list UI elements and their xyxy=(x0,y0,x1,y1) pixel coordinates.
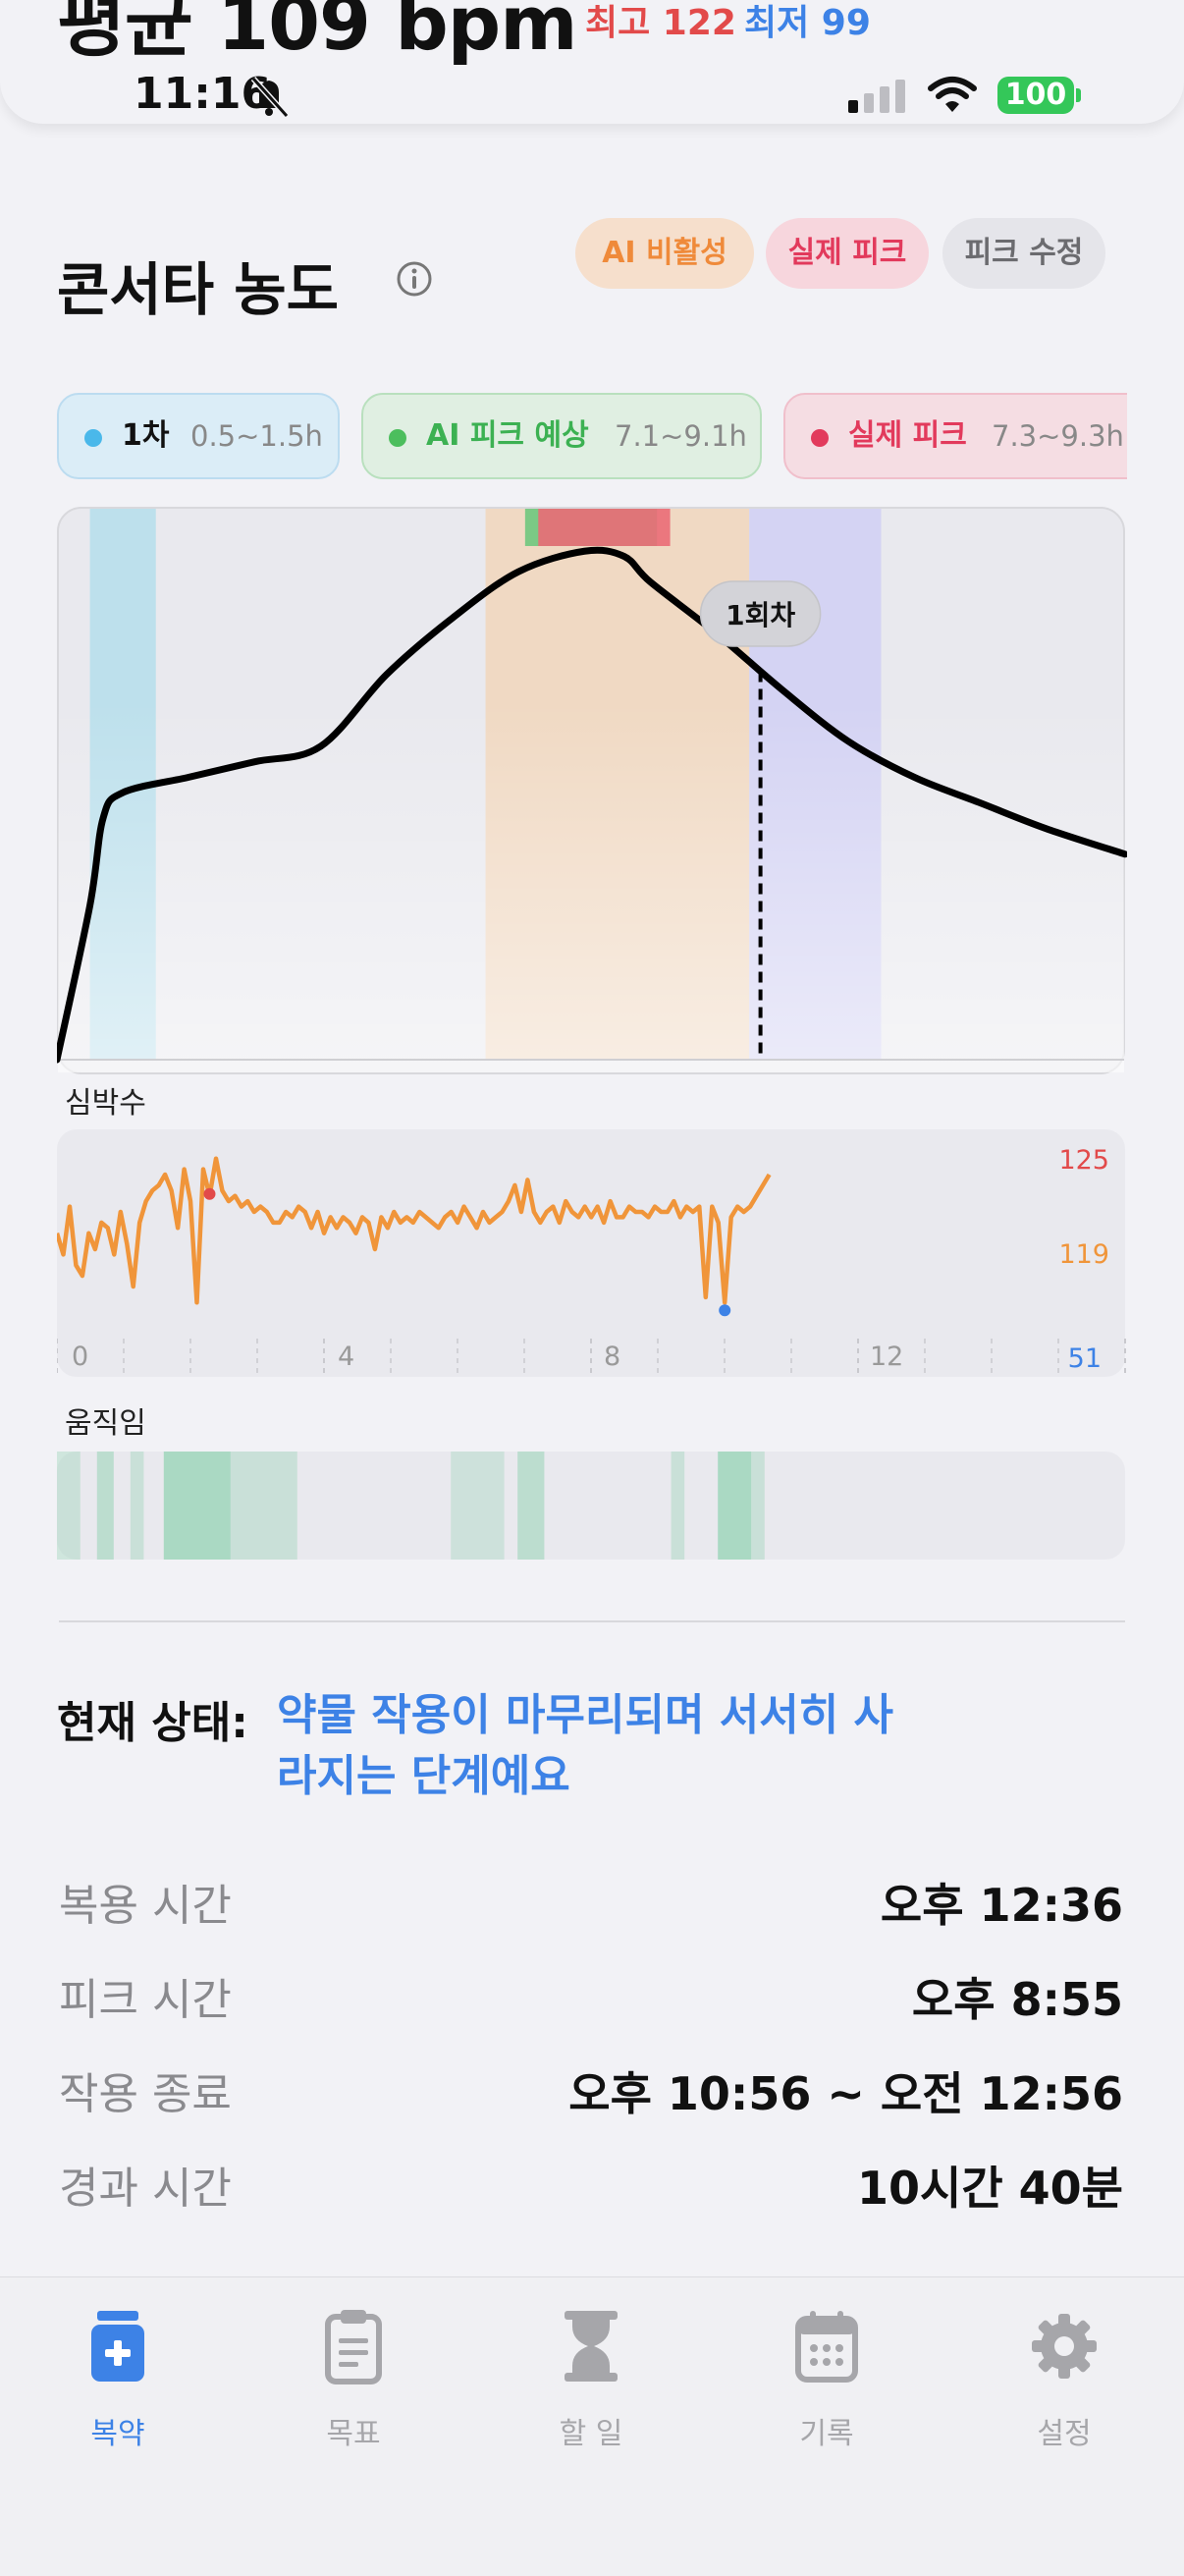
silent-bell-icon xyxy=(250,76,290,118)
hr-x-tick-12: 12 xyxy=(870,1342,903,1372)
movement-bar-0 xyxy=(57,1452,81,1560)
heart-rate-chart[interactable]: 125 119 0 4 8 12 51 xyxy=(57,1127,1127,1379)
tab-bar: 복약 목표 할 일 기록 설정 xyxy=(0,2276,1184,2576)
peak-time-value: 오후 8:55 xyxy=(911,1973,1123,2026)
dose-marker-label: 1회차 xyxy=(726,599,795,631)
average-bpm: 평균 109 bpm xyxy=(57,0,577,67)
top-summary-bar: 평균 109 bpm 최고 122 최저 99 11:16 100 xyxy=(0,0,1184,124)
hr-y-label-high: 125 xyxy=(1058,1145,1109,1176)
tab-medication[interactable]: 복약 xyxy=(20,2307,216,2452)
hourglass-icon xyxy=(565,2311,618,2382)
hr-x-tick-0: 0 xyxy=(72,1342,88,1372)
movement-label: 움직임 xyxy=(65,1406,146,1441)
hr-right-value: 51 xyxy=(1068,1343,1102,1374)
hr-x-tick-4: 4 xyxy=(338,1342,354,1372)
legend-dot xyxy=(811,429,829,447)
movement-bar-7 xyxy=(671,1452,685,1560)
battery-icon xyxy=(1076,88,1081,102)
movement-bar-1 xyxy=(96,1452,114,1560)
hr-y-label-mid: 119 xyxy=(1058,1239,1109,1270)
effect-end-label: 작용 종료 xyxy=(59,2069,232,2119)
legend-name: 1차 xyxy=(122,418,170,453)
dose-time-label: 복용 시간 xyxy=(59,1881,232,1931)
legend-range: 0.5~1.5h xyxy=(190,419,323,453)
status-label: 현재 상태: xyxy=(57,1698,248,1748)
tab-label: 기록 xyxy=(799,2417,854,2451)
movement-bar-3 xyxy=(163,1452,231,1560)
hr-max-marker xyxy=(203,1187,216,1200)
elapsed-time-value: 10시간 40분 xyxy=(856,2162,1123,2215)
legend-dot xyxy=(84,429,102,447)
section-title: 콘서타 농도 xyxy=(57,256,339,323)
legend-ai-peak[interactable]: AI 피크 예상 7.1~9.1h xyxy=(361,393,762,479)
movement-bar-6 xyxy=(517,1452,545,1560)
legend-range: 7.1~9.1h xyxy=(615,419,747,453)
real-peak-marker xyxy=(538,509,671,546)
calendar-icon xyxy=(795,2311,858,2383)
tab-settings[interactable]: 설정 xyxy=(966,2307,1162,2452)
pill-bottle-icon xyxy=(91,2311,144,2382)
tab-todo[interactable]: 할 일 xyxy=(493,2307,689,2452)
legend-range: 7.3~9.3h xyxy=(992,419,1124,453)
legend-name: AI 피크 예상 xyxy=(426,418,589,453)
movement-chart[interactable] xyxy=(57,1450,1127,1562)
real-peak-button[interactable]: 실제 피크 xyxy=(766,218,929,289)
ai-toggle-button[interactable]: AI 비활성 xyxy=(575,218,754,289)
effect-end-value: 오후 10:56 ~ 오전 12:56 xyxy=(568,2067,1123,2120)
tab-label: 복약 xyxy=(90,2417,145,2451)
legend-dose-1[interactable]: 1차 0.5~1.5h xyxy=(57,393,340,479)
movement-bar-5 xyxy=(451,1452,505,1560)
legend-scroller[interactable]: 1차 0.5~1.5h AI 피크 예상 7.1~9.1h 실제 피크 7.3~… xyxy=(57,393,1127,483)
movement-bar-8 xyxy=(718,1452,752,1560)
dose-time-value: 오후 12:36 xyxy=(880,1879,1123,1932)
hr-x-tick-8: 8 xyxy=(604,1342,620,1372)
wifi-icon xyxy=(928,77,977,112)
gear-icon xyxy=(1032,2314,1097,2379)
elapsed-time-label: 경과 시간 xyxy=(59,2164,232,2214)
min-bpm: 최저 99 xyxy=(744,3,871,43)
peak-time-label: 피크 시간 xyxy=(59,1975,232,2025)
tab-label: 목표 xyxy=(326,2417,381,2451)
heart-rate-label: 심박수 xyxy=(65,1086,146,1121)
hr-min-marker xyxy=(719,1304,731,1317)
movement-bar-4 xyxy=(230,1452,297,1560)
legend-dot xyxy=(389,429,406,447)
status-message: 약물 작용이 마무리되며 서서히 사라지는 단계예요 xyxy=(277,1690,893,1801)
chart-fade xyxy=(58,703,1124,1072)
cellular-signal-icon xyxy=(848,80,905,113)
movement-bar-2 xyxy=(130,1452,144,1560)
clipboard-icon xyxy=(325,2310,382,2384)
legend-name: 실제 피크 xyxy=(848,418,967,453)
info-icon[interactable] xyxy=(395,259,434,299)
max-bpm: 최고 122 xyxy=(585,3,736,43)
edit-peak-button[interactable]: 피크 수정 xyxy=(942,218,1105,289)
tab-label: 설정 xyxy=(1037,2417,1092,2451)
legend-real-peak[interactable]: 실제 피크 7.3~9.3h xyxy=(783,393,1127,479)
tab-records[interactable]: 기록 xyxy=(728,2307,925,2452)
tab-goals[interactable]: 목표 xyxy=(255,2307,452,2452)
concentration-chart[interactable]: 1회차 xyxy=(57,507,1127,1076)
movement-bar-9 xyxy=(751,1452,765,1560)
divider xyxy=(59,1620,1125,1622)
battery-level: 100 xyxy=(997,77,1074,114)
tab-label: 할 일 xyxy=(559,2417,623,2451)
